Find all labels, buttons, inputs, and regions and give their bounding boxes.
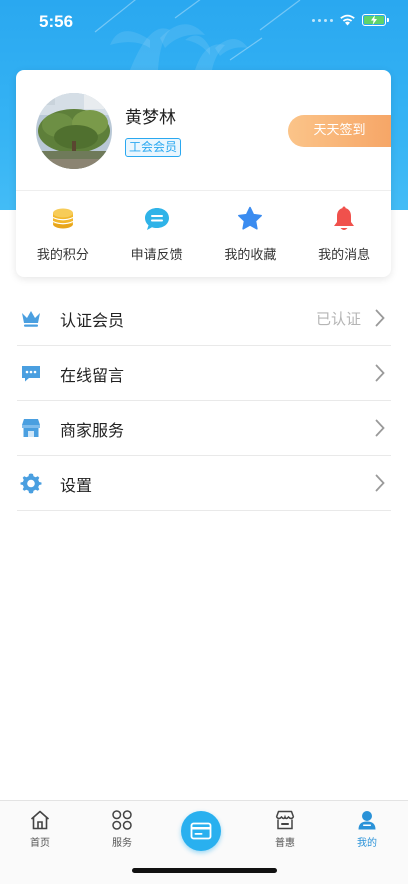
member-badge: 工会会员 (125, 138, 182, 157)
chat-bubble-icon (144, 208, 169, 230)
status-bar: 5:56 (0, 0, 408, 44)
daily-signin-button[interactable]: 天天签到 (288, 115, 391, 147)
quick-action-label: 我的收藏 (224, 248, 277, 263)
quick-action-label: 申请反馈 (130, 248, 183, 263)
home-indicator (132, 868, 277, 873)
tab-services[interactable]: 服务 (92, 809, 152, 849)
gear-icon (20, 473, 42, 494)
menu-item-label: 在线留言 (60, 366, 125, 385)
center-card-button[interactable] (181, 811, 221, 851)
chevron-right-icon (375, 474, 385, 492)
bell-icon (334, 206, 355, 230)
chevron-right-icon (375, 309, 385, 327)
quick-action-points[interactable]: 我的积分 (16, 205, 110, 265)
chevron-right-icon (375, 419, 385, 437)
message-icon (22, 366, 40, 382)
quick-action-favorites[interactable]: 我的收藏 (204, 205, 298, 265)
tab-home[interactable]: 首页 (10, 809, 70, 849)
quick-action-feedback[interactable]: 申请反馈 (110, 205, 204, 265)
profile-card: 黄梦林 工会会员 天天签到 我的积分 申请反馈 我的收藏 我的消息 (16, 70, 391, 277)
coins-icon (52, 208, 74, 229)
tab-mine[interactable]: 我的 (337, 809, 397, 849)
certified-status: 已认证 (315, 310, 361, 328)
shop-icon (275, 810, 295, 830)
menu-item-label: 设置 (60, 476, 93, 495)
menu-list: 认证会员 已认证 在线留言 商家服务 设置 (17, 291, 391, 511)
avatar[interactable] (36, 93, 112, 169)
menu-item-online-message[interactable]: 在线留言 (17, 346, 391, 401)
quick-action-label: 我的积分 (36, 248, 89, 263)
battery-icon (362, 14, 389, 26)
menu-item-settings[interactable]: 设置 (17, 456, 391, 511)
home-icon (30, 810, 50, 830)
status-time: 5:56 (39, 12, 74, 31)
quick-actions: 我的积分 申请反馈 我的收藏 我的消息 (16, 205, 391, 265)
quick-action-label: 我的消息 (318, 248, 371, 263)
wifi-icon (340, 14, 355, 26)
status-icons (312, 14, 389, 26)
menu-item-certified-member[interactable]: 认证会员 已认证 (17, 291, 391, 346)
star-icon (238, 206, 263, 230)
tab-benefits[interactable]: 普惠 (255, 809, 315, 849)
grid-icon (112, 810, 132, 830)
user-icon (358, 811, 376, 830)
quick-action-messages[interactable]: 我的消息 (297, 205, 391, 265)
chevron-right-icon (375, 364, 385, 382)
menu-item-label: 认证会员 (60, 311, 125, 330)
tab-label: 首页 (30, 838, 50, 849)
user-name: 黄梦林 (125, 108, 176, 128)
card-divider (16, 190, 391, 191)
tab-label: 服务 (112, 838, 132, 849)
store-icon (22, 419, 40, 437)
tab-label: 我的 (357, 838, 377, 849)
signal-dots-icon (312, 18, 333, 22)
crown-icon (22, 311, 40, 327)
menu-item-merchant-service[interactable]: 商家服务 (17, 401, 391, 456)
tab-label: 普惠 (275, 838, 295, 849)
menu-item-label: 商家服务 (60, 421, 125, 440)
card-icon (190, 822, 212, 840)
